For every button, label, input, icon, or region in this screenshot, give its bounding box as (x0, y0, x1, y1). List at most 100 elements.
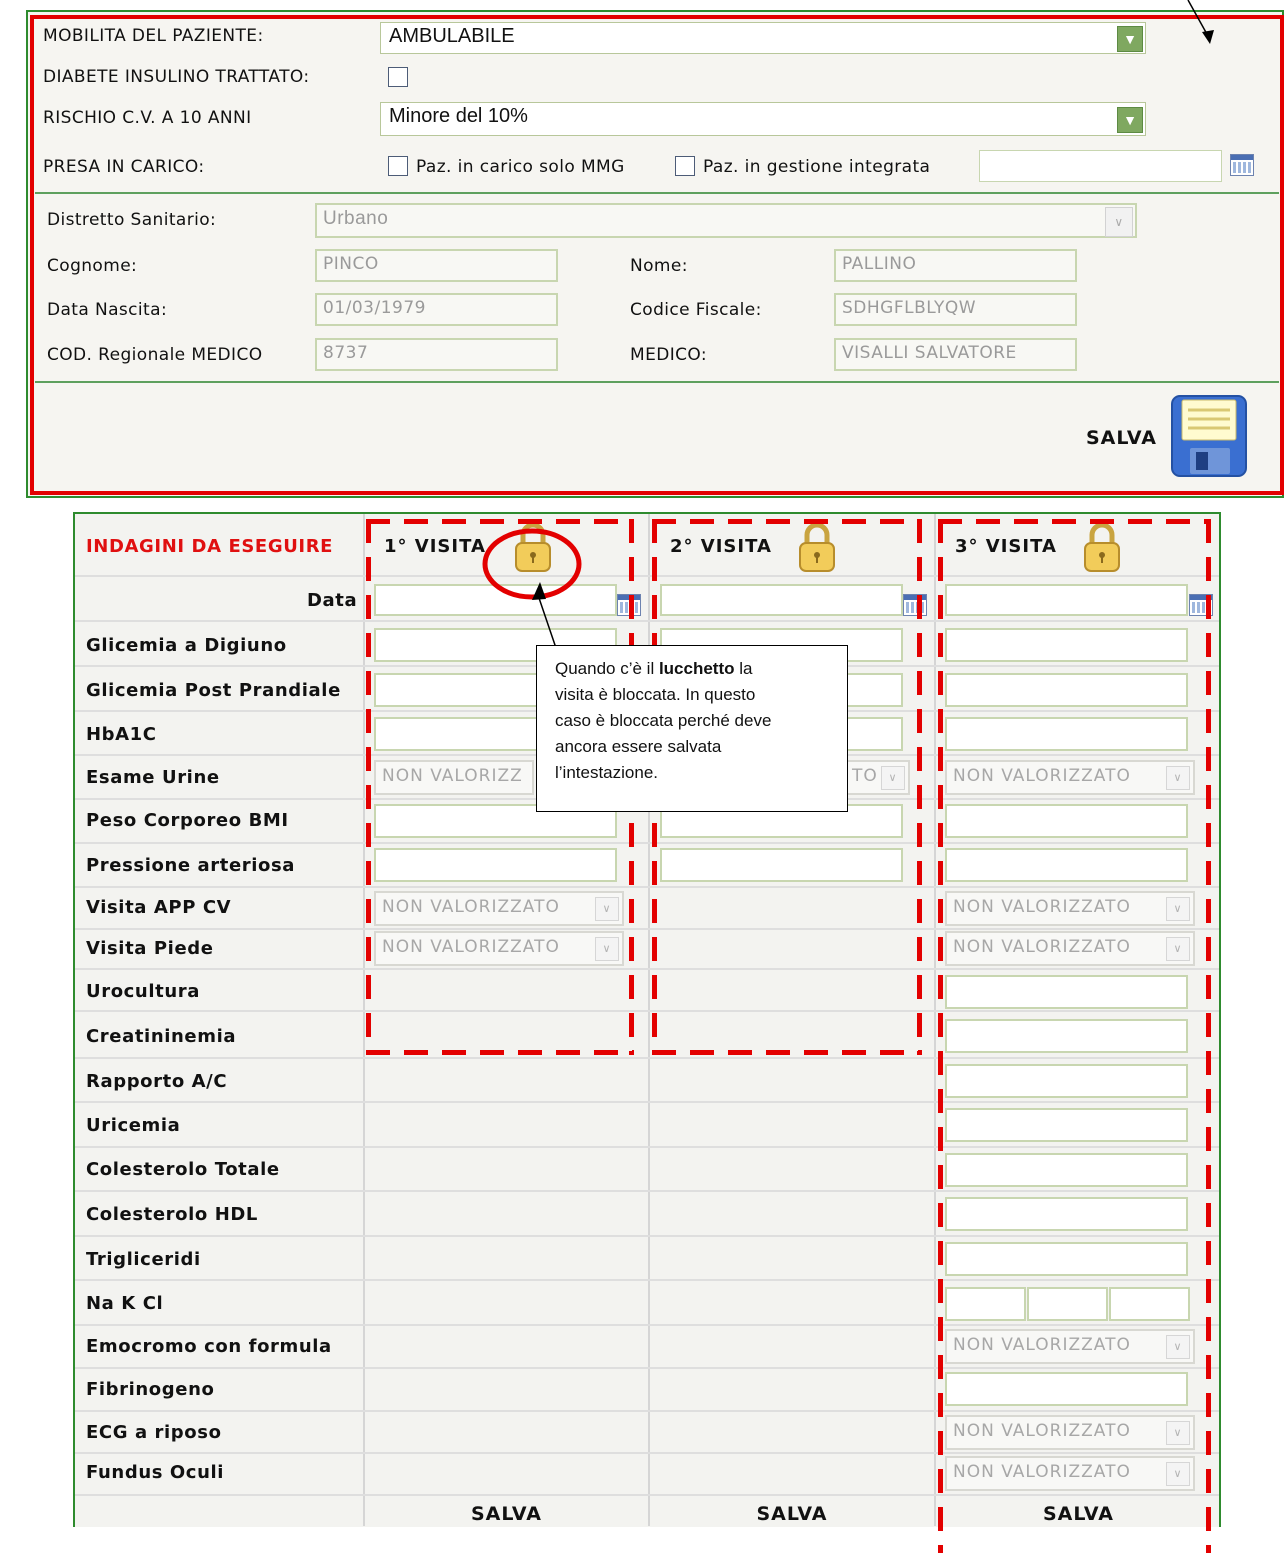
annotation-dash (917, 519, 922, 1055)
table-title: INDAGINI DA ESEGUIRE (86, 536, 334, 557)
v1-save-button[interactable]: SALVA (365, 1503, 648, 1525)
v3-k-input[interactable] (1027, 1287, 1108, 1321)
v3-pressione-input[interactable] (945, 848, 1188, 882)
annotation-dash (938, 519, 1211, 524)
row-separator (75, 620, 1219, 622)
row-label: Glicemia a Digiuno (86, 635, 287, 656)
v2-pressione-input[interactable] (660, 848, 903, 882)
header-highlight-box (30, 15, 1284, 495)
v3-creatininemia-input[interactable] (945, 1019, 1188, 1053)
row-label: ECG a riposo (86, 1422, 222, 1443)
dropdown-arrow-icon: ∨ (595, 897, 619, 921)
v3-fundus-select[interactable]: NON VALORIZZATO ∨ (945, 1456, 1195, 1491)
row-separator (75, 1410, 1219, 1412)
visit-2-header: 2° VISITA (670, 536, 772, 557)
annotation-dash (938, 519, 943, 1553)
row-label: Peso Corporeo BMI (86, 810, 289, 831)
row-label: Glicemia Post Prandiale (86, 680, 341, 701)
dropdown-arrow-icon: ∨ (881, 766, 905, 790)
annotation-dash (366, 1050, 634, 1055)
row-label: HbA1C (86, 724, 157, 745)
select-value: TO (852, 766, 878, 786)
select-value: NON VALORIZZATO (953, 1462, 1131, 1482)
v3-save-button[interactable]: SALVA (936, 1503, 1221, 1525)
callout-line-5: l’intestazione. (555, 763, 659, 782)
row-separator (75, 1101, 1219, 1103)
callout-line-3: caso è bloccata perché deve (555, 711, 772, 730)
select-value: NON VALORIZZATO (953, 1421, 1131, 1441)
v3-colesterolo-hdl-input[interactable] (945, 1197, 1188, 1231)
v1-piede-select[interactable]: NON VALORIZZATO ∨ (374, 931, 624, 966)
select-value: NON VALORIZZ (382, 766, 523, 786)
select-value: NON VALORIZZATO (953, 897, 1131, 917)
v3-trigliceridi-input[interactable] (945, 1242, 1188, 1276)
row-label: Creatininemia (86, 1026, 237, 1047)
select-value: NON VALORIZZATO (382, 897, 560, 917)
v3-emocromo-select[interactable]: NON VALORIZZATO ∨ (945, 1329, 1195, 1364)
v3-cl-input[interactable] (1109, 1287, 1190, 1321)
callout-line-4: ancora essere salvata (555, 737, 722, 756)
v3-esame-urine-select[interactable]: NON VALORIZZATO ∨ (945, 760, 1195, 795)
v3-colesterolo-totale-input[interactable] (945, 1153, 1188, 1187)
row-separator (75, 842, 1219, 844)
calendar-icon[interactable] (903, 594, 927, 616)
row-separator (75, 1057, 1219, 1059)
v3-peso-input[interactable] (945, 804, 1188, 838)
lock-explanation-callout: Quando c’è il lucchetto la visita è bloc… (536, 645, 848, 812)
row-separator (75, 1494, 1219, 1496)
v2-save-button[interactable]: SALVA (650, 1503, 934, 1525)
row-label: Uricemia (86, 1115, 181, 1136)
v3-data-input[interactable] (945, 584, 1188, 616)
row-label: Colesterolo Totale (86, 1159, 280, 1180)
v3-uricemia-input[interactable] (945, 1108, 1188, 1142)
row-label: Esame Urine (86, 767, 220, 788)
select-value: NON VALORIZZATO (382, 937, 560, 957)
v1-pressione-input[interactable] (374, 848, 617, 882)
v3-urocultura-input[interactable] (945, 975, 1188, 1009)
row-label: Trigliceridi (86, 1249, 201, 1270)
row-label: Urocultura (86, 981, 200, 1002)
row-separator (75, 1146, 1219, 1148)
select-value: NON VALORIZZATO (953, 766, 1131, 786)
v3-glicemia-input[interactable] (945, 628, 1188, 662)
row-label: Fibrinogeno (86, 1379, 215, 1400)
row-separator (75, 1324, 1219, 1326)
annotation-dash (652, 519, 922, 524)
v2-data-input[interactable] (660, 584, 903, 616)
lock-icon[interactable] (797, 521, 837, 573)
annotation-dash (1206, 519, 1211, 1553)
v2-esame-urine-select[interactable]: TO ∨ (840, 760, 910, 795)
pointer-arrow (1187, 0, 1214, 44)
v3-app-cv-select[interactable]: NON VALORIZZATO ∨ (945, 891, 1195, 926)
row-separator (75, 886, 1219, 888)
dropdown-arrow-icon: ∨ (1166, 937, 1190, 961)
v3-hba1c-input[interactable] (945, 717, 1188, 751)
dropdown-arrow-icon: ∨ (1166, 1335, 1190, 1359)
annotation-dash (652, 1050, 922, 1055)
row-label: Na K Cl (86, 1293, 164, 1314)
row-separator (75, 1367, 1219, 1369)
row-separator (75, 575, 1219, 577)
visit-3-header: 3° VISITA (955, 536, 1057, 557)
row-separator (75, 1010, 1219, 1012)
row-label: Emocromo con formula (86, 1336, 332, 1357)
select-value: NON VALORIZZATO (953, 1335, 1131, 1355)
row-label: Visita Piede (86, 938, 214, 959)
dropdown-arrow-icon: ∨ (595, 937, 619, 961)
v3-piede-select[interactable]: NON VALORIZZATO ∨ (945, 931, 1195, 966)
v3-na-input[interactable] (945, 1287, 1026, 1321)
v3-rapporto-ac-input[interactable] (945, 1064, 1188, 1098)
v1-app-cv-select[interactable]: NON VALORIZZATO ∨ (374, 891, 624, 926)
row-separator (75, 928, 1219, 930)
dropdown-arrow-icon: ∨ (1166, 1421, 1190, 1445)
v3-fibrinogeno-input[interactable] (945, 1372, 1188, 1406)
v3-ecg-select[interactable]: NON VALORIZZATO ∨ (945, 1415, 1195, 1450)
v1-esame-urine-select[interactable]: NON VALORIZZ (374, 760, 534, 795)
row-label-data: Data (307, 590, 358, 611)
row-separator (75, 968, 1219, 970)
row-separator (75, 1279, 1219, 1281)
row-label: Pressione arteriosa (86, 855, 296, 876)
row-label: Visita APP CV (86, 897, 232, 918)
lock-icon[interactable] (1082, 521, 1122, 573)
v3-postprandiale-input[interactable] (945, 673, 1188, 707)
